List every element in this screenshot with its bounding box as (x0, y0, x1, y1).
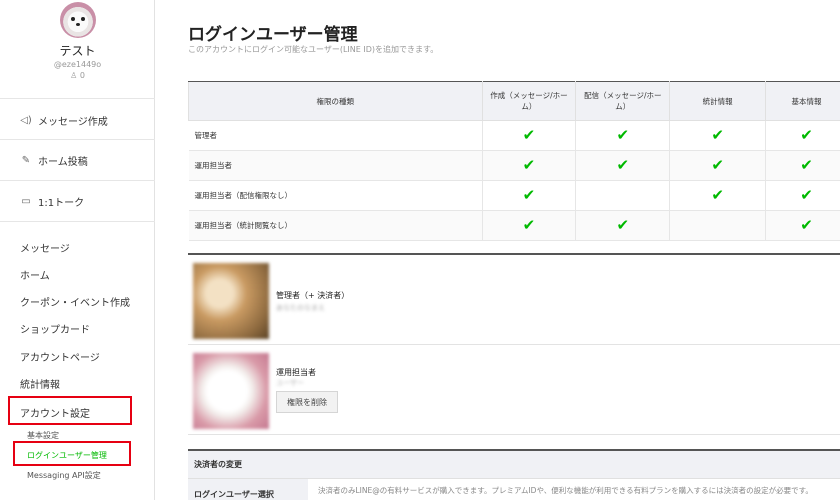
check-icon: ✔ (522, 126, 536, 144)
quick-action-label: 1:1トーク (38, 198, 85, 209)
payer-description: 決済者のみLINE@の有料サービスが購入できます。プレミアムIDや、便利な機能が… (318, 486, 813, 495)
check-icon: ✔ (800, 126, 813, 144)
permission-cell: ✔ (482, 120, 577, 151)
permission-role: 運用担当者 (188, 150, 483, 181)
avatar-eye (71, 17, 75, 21)
menu-item-home[interactable]: ホーム (20, 267, 50, 282)
person-icon: ♙ (70, 71, 78, 80)
check-icon: ✔ (616, 216, 630, 234)
check-icon: ✔ (711, 126, 724, 144)
permission-row: 管理者 ✔ ✔ ✔ ✔ (188, 120, 840, 151)
payer-section: 決済者の変更 ログインユーザー選択 決済者のみLINE@の有料サービスが購入でき… (188, 449, 840, 500)
revoke-permission-button[interactable]: 権限を削除 (276, 391, 338, 413)
highlight-box (8, 396, 132, 425)
divider (0, 98, 155, 99)
speaker-icon: ◁) (20, 115, 32, 126)
quick-action-chat[interactable]: ▭ 1:1トーク (20, 194, 84, 209)
avatar-nose (76, 23, 80, 26)
permission-cell: ✔ (482, 180, 577, 211)
check-icon: ✔ (711, 186, 724, 204)
permission-header-row: 権限の種類 作成（メッセージ/ホーム） 配信（メッセージ/ホーム） 統計情報 基… (188, 81, 840, 121)
account-id: @eze1449o (53, 60, 102, 69)
permission-cell: ✔ (669, 180, 767, 211)
highlight-box (13, 441, 131, 466)
check-icon: ✔ (800, 186, 813, 204)
permission-cell: ✔ (765, 120, 840, 151)
page-subtitle: このアカウントにログイン可能なユーザー(LINE ID)を追加できます。 (188, 45, 439, 54)
quick-action-home-post[interactable]: ✎ ホーム投稿 (20, 153, 88, 168)
user-name: ユーザー (276, 379, 304, 387)
permission-cell: ✔ (482, 150, 577, 181)
check-icon: ✔ (522, 186, 536, 204)
avatar[interactable] (60, 2, 96, 38)
menu-item-account-page[interactable]: アカウントページ (20, 349, 100, 364)
col-header: 作成（メッセージ/ホーム） (481, 81, 577, 121)
sidebar: テスト @eze1449o ♙ 0 ◁) メッセージ作成 ✎ ホーム投稿 ▭ 1… (0, 0, 155, 500)
permission-row: 運用担当者（統計閲覧なし） ✔ ✔ ✔ (188, 210, 840, 241)
chat-icon: ▭ (21, 196, 31, 207)
submenu-basic-settings[interactable]: 基本設定 (27, 430, 59, 441)
permission-cell: ✔ (575, 150, 671, 181)
user-photo (193, 263, 269, 339)
check-icon: ✔ (616, 156, 630, 174)
permission-row: 運用担当者（配信権限なし） ✔ ✔ ✔ (188, 180, 840, 211)
permission-role: 運用担当者（統計閲覧なし） (188, 210, 483, 241)
permission-cell: ✔ (575, 210, 671, 241)
permission-cell: ✔ (669, 150, 767, 181)
payer-row-label: ログインユーザー選択 (188, 479, 308, 500)
menu-item-shopcard[interactable]: ショップカード (20, 321, 90, 336)
divider (0, 180, 155, 181)
permission-cell: ✔ (765, 180, 840, 211)
user-name: あなたのなまえ (276, 304, 325, 312)
permission-cell (669, 210, 767, 241)
check-icon: ✔ (616, 126, 630, 144)
payer-section-title: 決済者の変更 (188, 451, 840, 479)
check-icon: ✔ (800, 216, 813, 234)
quick-action-label: メッセージ作成 (38, 117, 108, 128)
check-icon: ✔ (711, 156, 724, 174)
check-icon: ✔ (800, 156, 813, 174)
payer-row: ログインユーザー選択 決済者のみLINE@の有料サービスが購入できます。プレミア… (188, 479, 840, 500)
permission-cell: ✔ (669, 120, 767, 151)
friend-count: ♙ 0 (0, 71, 155, 80)
friend-count-value: 0 (79, 71, 85, 80)
user-row: 管理者（+ 決済者） あなたのなまえ (188, 255, 840, 345)
main-content: ログインユーザー管理 このアカウントにログイン可能なユーザー(LINE ID)を… (156, 0, 840, 500)
col-header: 基本情報 (765, 81, 840, 121)
permission-cell: ✔ (765, 150, 840, 181)
check-icon: ✔ (522, 156, 536, 174)
permission-cell (575, 180, 671, 211)
submenu-messaging-api[interactable]: Messaging API設定 (27, 470, 101, 481)
permission-cell: ✔ (765, 210, 840, 241)
permission-table: 権限の種類 作成（メッセージ/ホーム） 配信（メッセージ/ホーム） 統計情報 基… (188, 81, 840, 241)
user-row: 運用担当者 ユーザー 権限を削除 (188, 345, 840, 435)
menu-item-insights[interactable]: 統計情報 (20, 376, 60, 391)
quick-action-label: ホーム投稿 (38, 157, 88, 168)
check-icon: ✔ (522, 216, 536, 234)
quick-action-message[interactable]: ◁) メッセージ作成 (20, 113, 108, 128)
permission-cell: ✔ (575, 120, 671, 151)
permission-row: 運用担当者 ✔ ✔ ✔ ✔ (188, 150, 840, 181)
avatar-eye (81, 17, 85, 21)
permission-role: 管理者 (188, 120, 483, 151)
permission-cell: ✔ (482, 210, 577, 241)
col-header: 権限の種類 (188, 81, 483, 121)
divider (0, 221, 155, 222)
account-name: テスト (59, 44, 96, 58)
divider (0, 139, 155, 140)
user-list: 管理者（+ 決済者） あなたのなまえ 運用担当者 ユーザー 権限を削除 (188, 253, 840, 435)
menu-item-message[interactable]: メッセージ (20, 240, 70, 255)
page-title: ログインユーザー管理 (188, 25, 358, 45)
menu-item-coupon[interactable]: クーポン・イベント作成 (20, 294, 130, 309)
user-role: 運用担当者 (276, 368, 316, 377)
col-header: 配信（メッセージ/ホーム） (575, 81, 671, 121)
user-role: 管理者（+ 決済者） (276, 291, 350, 300)
user-photo (193, 353, 269, 429)
permission-role: 運用担当者（配信権限なし） (188, 180, 483, 211)
col-header: 統計情報 (669, 81, 767, 121)
pencil-icon: ✎ (21, 155, 31, 166)
